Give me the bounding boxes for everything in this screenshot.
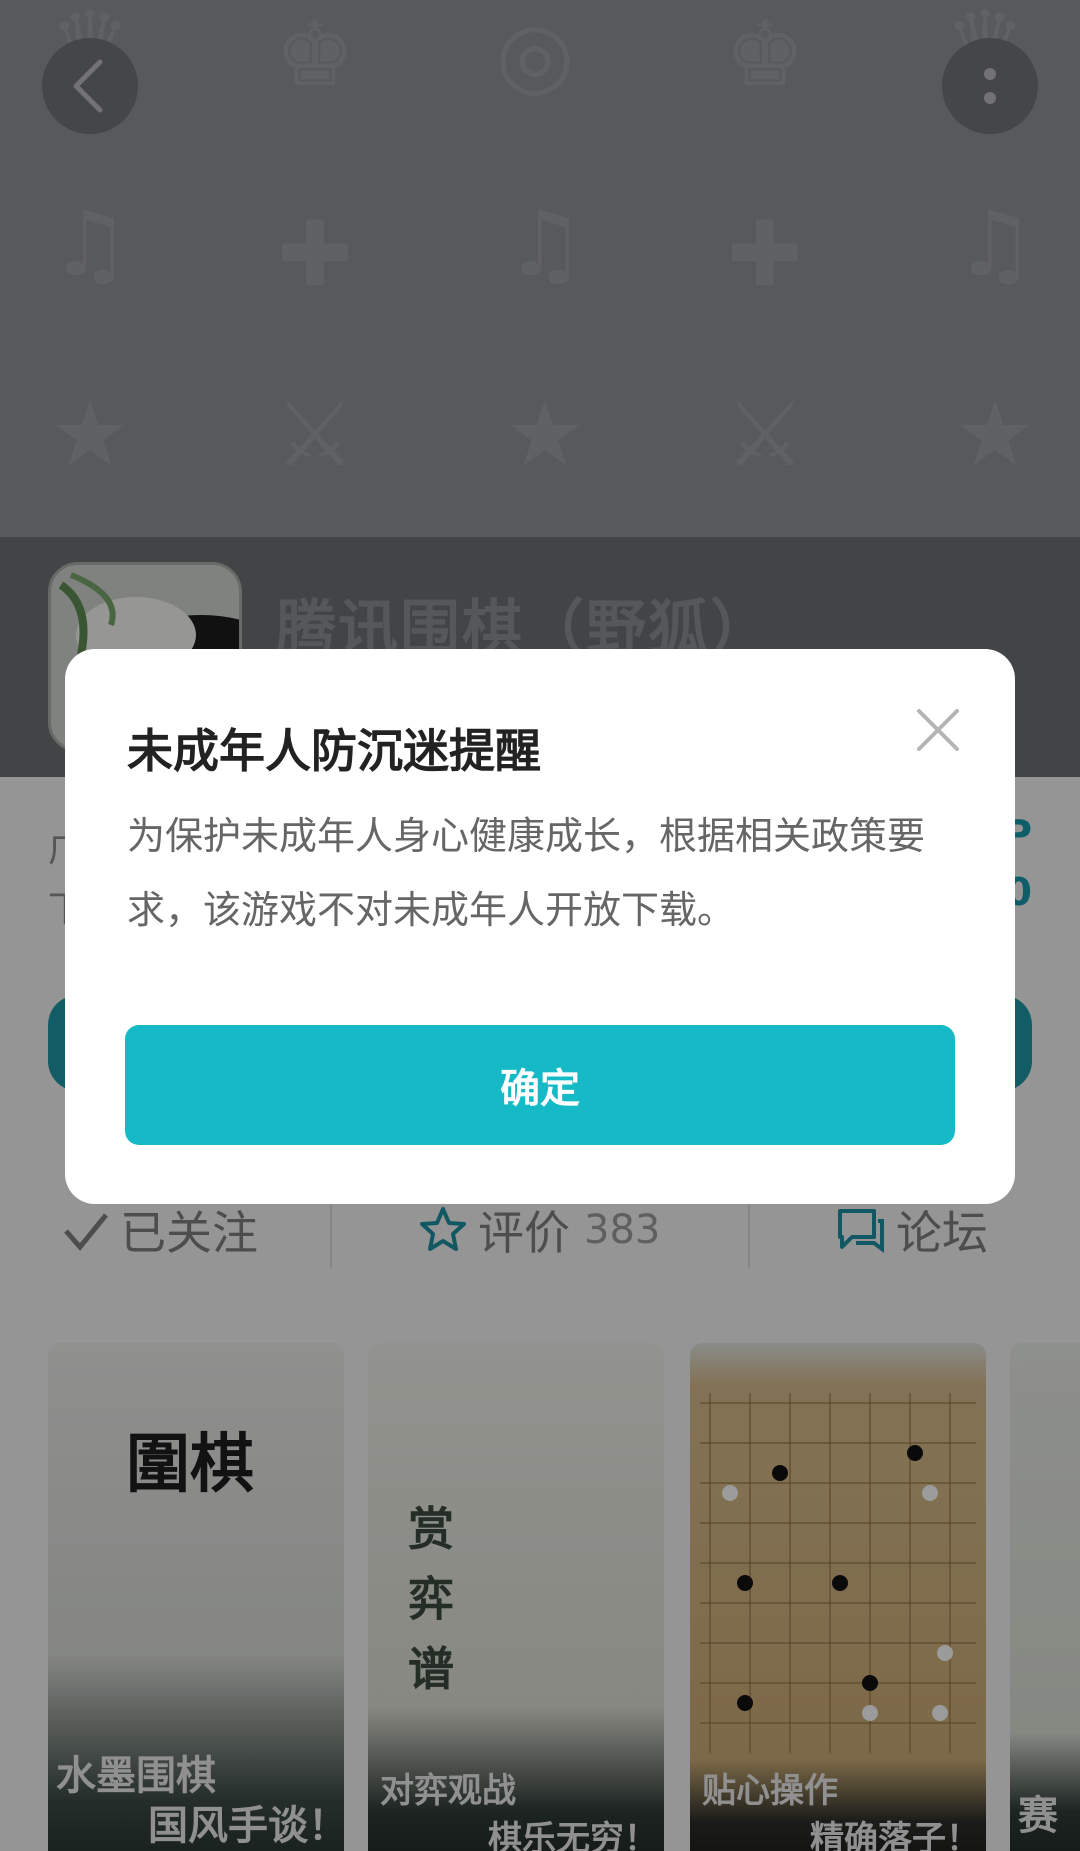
close-icon bbox=[917, 709, 959, 751]
anti-addiction-dialog: 未成年人防沉迷提醒 为保护未成年人身心健康成长，根据相关政策要求，该游戏不对未成… bbox=[65, 649, 1015, 1204]
app-detail-page: ♛ ♚ ◎ ♚ ♛ ♫ ✚ ♫ ✚ ♫ ★ ⚔ ★ ⚔ ★ bbox=[0, 0, 1080, 1851]
close-button[interactable] bbox=[913, 705, 963, 755]
dialog-title: 未成年人防沉迷提醒 bbox=[127, 724, 541, 778]
confirm-button[interactable]: 确定 bbox=[125, 1025, 955, 1145]
dialog-message: 为保护未成年人身心健康成长，根据相关政策要求，该游戏不对未成年人开放下载。 bbox=[127, 814, 926, 932]
